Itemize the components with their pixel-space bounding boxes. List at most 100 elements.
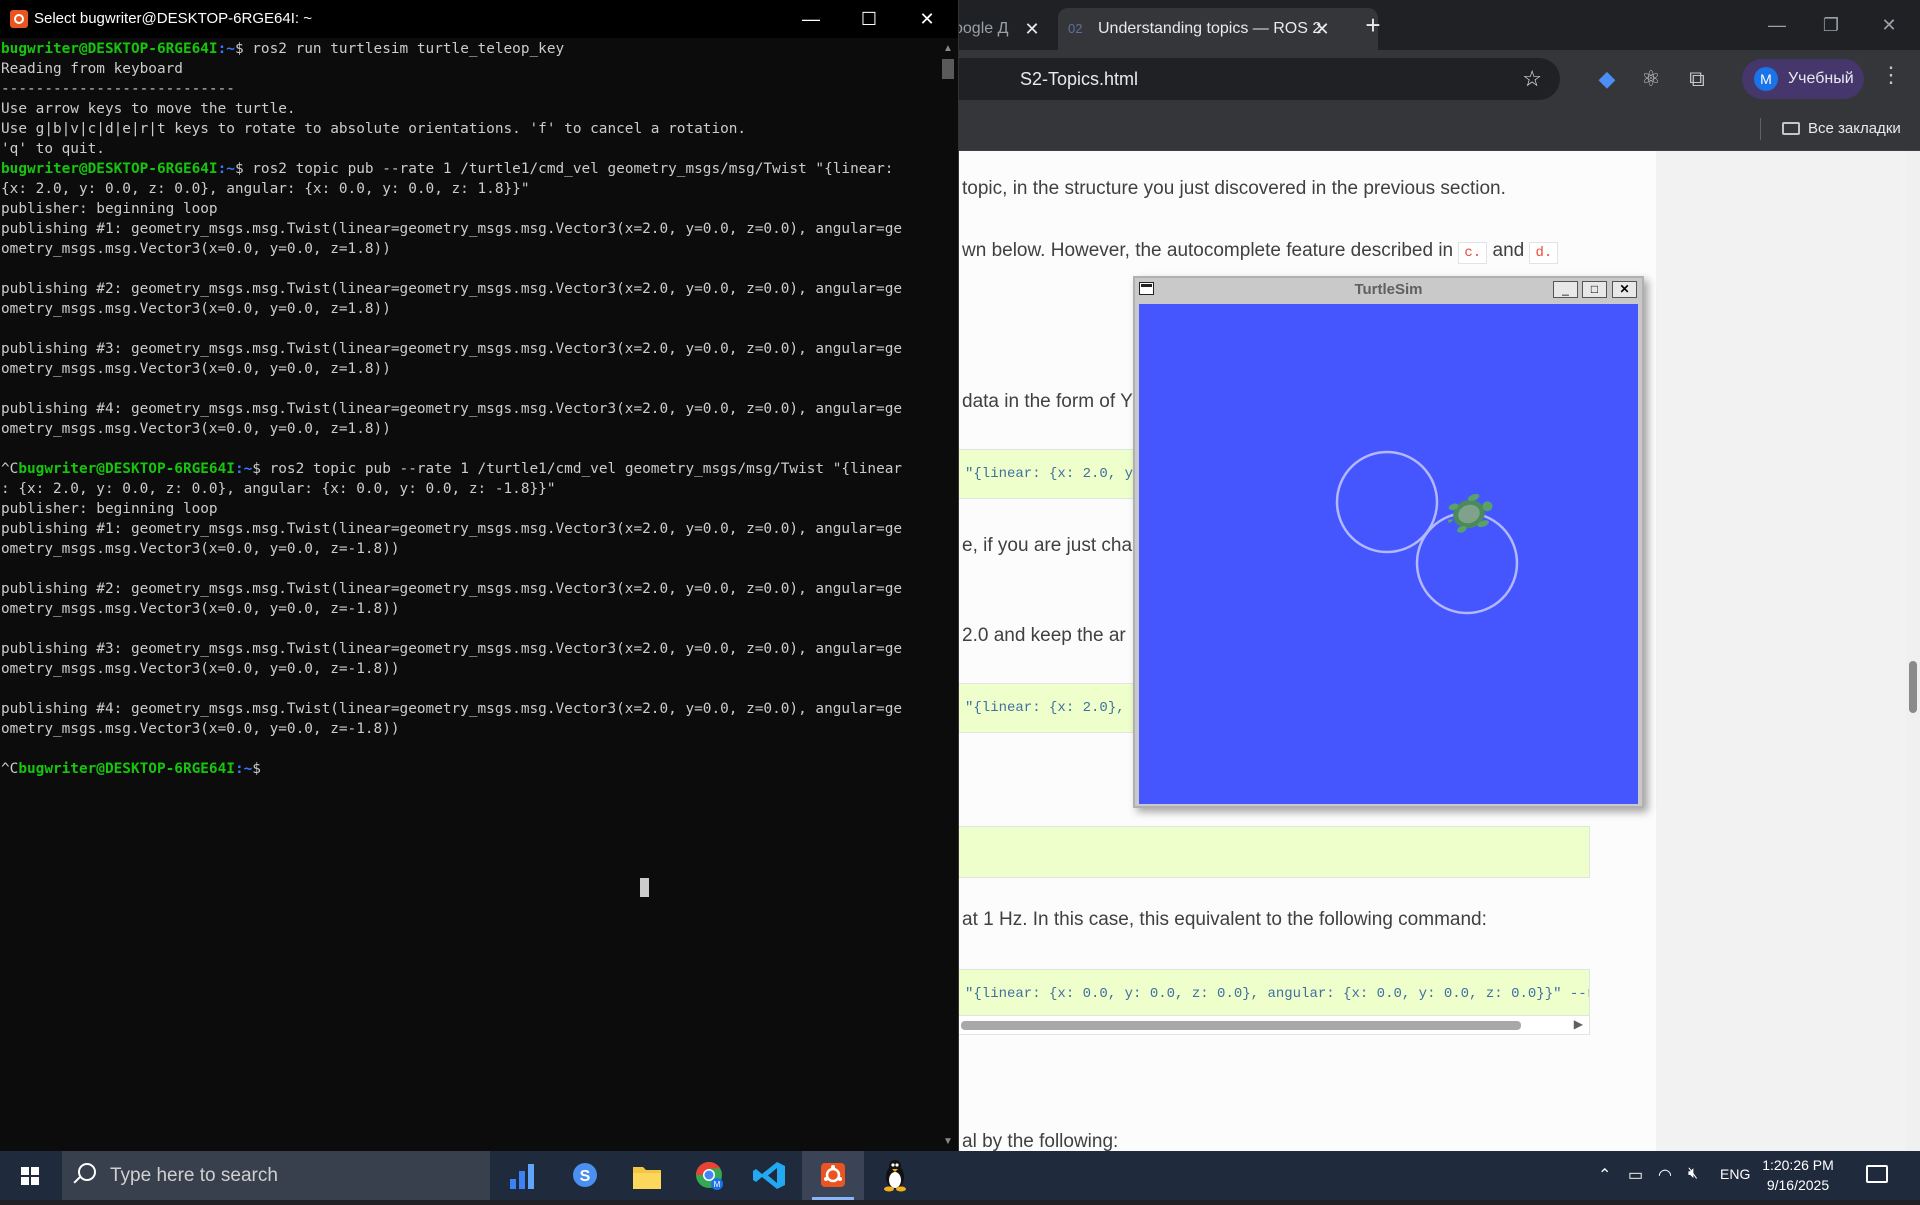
- terminal-line: {x: 2.0, y: 0.0, z: 0.0}, angular: {x: 0…: [1, 179, 937, 199]
- minimize-icon[interactable]: —: [1754, 8, 1800, 42]
- maximize-icon[interactable]: ☐: [846, 0, 892, 38]
- scroll-right-icon[interactable]: ▶: [1574, 1017, 1583, 1031]
- terminal-text: ometry_msgs.msg.Vector3(x=0.0, y=0.0, z=…: [1, 661, 400, 677]
- system-clock[interactable]: 1:20:26 PM 9/16/2025: [1760, 1155, 1836, 1195]
- code-block[interactable]: "{linear: {x: 0.0, y: 0.0, z: 0.0}, angu…: [958, 969, 1590, 1019]
- terminal-text: ometry_msgs.msg.Vector3(x=0.0, y=0.0, z=…: [1, 541, 400, 557]
- taskbar-search[interactable]: Type here to search: [62, 1151, 490, 1200]
- restore-icon[interactable]: ❐: [1808, 8, 1854, 42]
- terminal-output[interactable]: bugwriter@DESKTOP-6RGE64I:~$ ros2 run tu…: [1, 39, 937, 1149]
- prompt-path: :~: [217, 41, 235, 57]
- terminal-text: $: [252, 761, 261, 777]
- minimize-icon[interactable]: —: [788, 0, 834, 38]
- turtlesim-window[interactable]: TurtleSim _ □ ✕: [1133, 276, 1644, 808]
- prompt-user: bugwriter@DESKTOP-6RGE64I: [1, 161, 218, 177]
- new-tab-button[interactable]: +: [1358, 8, 1388, 42]
- terminal-line: publisher: beginning loop: [1, 499, 937, 519]
- file-explorer-icon[interactable]: [616, 1151, 678, 1200]
- chevron-up-icon[interactable]: ⌃: [1598, 1165, 1611, 1185]
- scrollbar-thumb[interactable]: [1909, 661, 1917, 713]
- terminal-line: publishing #3: geometry_msgs.msg.Twist(l…: [1, 639, 937, 659]
- simulation-background: [1139, 304, 1638, 804]
- react-extension-icon[interactable]: ⚛: [1634, 62, 1668, 96]
- terminal-line: ometry_msgs.msg.Vector3(x=0.0, y=0.0, z=…: [1, 539, 937, 559]
- terminal-text: publishing #3: geometry_msgs.msg.Twist(l…: [1, 641, 903, 657]
- code-horizontal-scrollbar[interactable]: ▶: [958, 1015, 1590, 1035]
- terminal-window[interactable]: Select bugwriter@DESKTOP-6RGE64I: ~ — ☐ …: [0, 0, 959, 1151]
- terminal-text: ometry_msgs.msg.Vector3(x=0.0, y=0.0, z=…: [1, 601, 400, 617]
- all-bookmarks-button[interactable]: Все закладки: [1782, 116, 1901, 142]
- chrome-icon[interactable]: M: [678, 1151, 740, 1200]
- gem-extension-icon[interactable]: ◆: [1590, 62, 1624, 96]
- windows-taskbar: Type here to search S M ⌃ ▭ ◠ 🔇︎ ENG 1:2…: [0, 1151, 1920, 1200]
- linux-tux-icon[interactable]: [864, 1151, 926, 1200]
- start-button[interactable]: [0, 1151, 60, 1200]
- terminal-text: ---------------------------: [1, 81, 235, 97]
- terminal-line: Use g|b|v|c|d|e|r|t keys to rotate to ab…: [1, 119, 937, 139]
- terminal-titlebar[interactable]: Select bugwriter@DESKTOP-6RGE64I: ~ — ☐ …: [0, 0, 958, 38]
- terminal-text: ometry_msgs.msg.Vector3(x=0.0, y=0.0, z=…: [1, 361, 391, 377]
- speaker-muted-icon[interactable]: 🔇︎: [1688, 1165, 1698, 1183]
- terminal-text: publishing #4: geometry_msgs.msg.Twist(l…: [1, 701, 903, 717]
- turtlesim-canvas: [1139, 304, 1638, 804]
- more-menu-icon[interactable]: ⋮: [1880, 62, 1902, 88]
- terminal-text: publishing #2: geometry_msgs.msg.Twist(l…: [1, 281, 903, 297]
- skype-icon[interactable]: S: [554, 1151, 616, 1200]
- address-bar[interactable]: S2-Topics.html ☆: [940, 58, 1560, 100]
- battery-icon[interactable]: ▭: [1628, 1165, 1643, 1185]
- language-indicator[interactable]: ENG: [1720, 1166, 1750, 1182]
- scrollbar-thumb[interactable]: [942, 59, 954, 79]
- doc-paragraph: wn below. However, the autocomplete feat…: [962, 240, 1559, 264]
- close-icon[interactable]: ✕: [1310, 8, 1334, 50]
- terminal-text: publishing #3: geometry_msgs.msg.Twist(l…: [1, 341, 903, 357]
- close-icon[interactable]: ✕: [904, 0, 950, 38]
- close-icon[interactable]: ✕: [1020, 8, 1044, 50]
- profile-name: Учебный: [1788, 70, 1854, 87]
- terminal-line: ^Cbugwriter@DESKTOP-6RGE64I:~$ ros2 topi…: [1, 459, 937, 479]
- vscode-icon[interactable]: [740, 1151, 802, 1200]
- close-icon[interactable]: ✕: [1866, 8, 1912, 42]
- task-manager-icon[interactable]: [492, 1151, 554, 1200]
- terminal-text: ometry_msgs.msg.Vector3(x=0.0, y=0.0, z=…: [1, 421, 391, 437]
- scrollbar-thumb[interactable]: [961, 1021, 1521, 1030]
- bookmark-star-icon[interactable]: ☆: [1522, 58, 1542, 100]
- tab-label: oogle Д: [954, 20, 1009, 37]
- terminal-line: publisher: beginning loop: [1, 199, 937, 219]
- maximize-icon[interactable]: □: [1582, 281, 1607, 298]
- terminal-line: ometry_msgs.msg.Vector3(x=0.0, y=0.0, z=…: [1, 599, 937, 619]
- prompt-user: bugwriter@DESKTOP-6RGE64I: [1, 41, 218, 57]
- all-bookmarks-label: Все закладки: [1808, 120, 1901, 137]
- close-icon[interactable]: ✕: [1612, 281, 1637, 298]
- terminal-line: bugwriter@DESKTOP-6RGE64I:~$ ros2 run tu…: [1, 39, 937, 59]
- terminal-scrollbar[interactable]: ▲ ▼: [938, 39, 958, 1151]
- extensions-puzzle-icon[interactable]: ⧉: [1680, 62, 1714, 96]
- tab-google[interactable]: oogle Д ✕: [940, 8, 1074, 50]
- page-scrollbar[interactable]: [1906, 151, 1920, 1151]
- code-block[interactable]: [958, 826, 1590, 878]
- profile-button[interactable]: M Учебный: [1742, 59, 1864, 99]
- terminal-text: publishing #1: geometry_msgs.msg.Twist(l…: [1, 521, 903, 537]
- ubuntu-icon[interactable]: [802, 1151, 864, 1200]
- interrupt-marker: ^C: [1, 761, 19, 777]
- scroll-down-icon[interactable]: ▼: [943, 1136, 953, 1147]
- tab-ros2-topics[interactable]: 02 Understanding topics — ROS 2 ✕: [1058, 8, 1378, 50]
- minimize-icon[interactable]: _: [1553, 281, 1578, 298]
- terminal-text: ometry_msgs.msg.Vector3(x=0.0, y=0.0, z=…: [1, 301, 391, 317]
- code-text: "{linear: {x: 2.0, y:: [965, 466, 1142, 482]
- terminal-line: ---------------------------: [1, 79, 937, 99]
- page-margin: [1656, 151, 1908, 1151]
- scroll-up-icon[interactable]: ▲: [943, 43, 953, 54]
- prompt-path: :~: [234, 461, 253, 477]
- wifi-icon[interactable]: ◠: [1658, 1165, 1672, 1185]
- terminal-text: $ ros2 topic pub --rate 1 /turtle1/cmd_v…: [234, 161, 894, 177]
- terminal-text: publishing #2: geometry_msgs.msg.Twist(l…: [1, 581, 903, 597]
- turtlesim-titlebar[interactable]: TurtleSim _ □ ✕: [1135, 278, 1642, 302]
- doc-text: wn below. However, the autocomplete feat…: [962, 240, 1454, 261]
- terminal-cursor: [640, 878, 649, 897]
- terminal-text: publisher: beginning loop: [1, 201, 218, 217]
- notifications-icon[interactable]: [1866, 1165, 1888, 1183]
